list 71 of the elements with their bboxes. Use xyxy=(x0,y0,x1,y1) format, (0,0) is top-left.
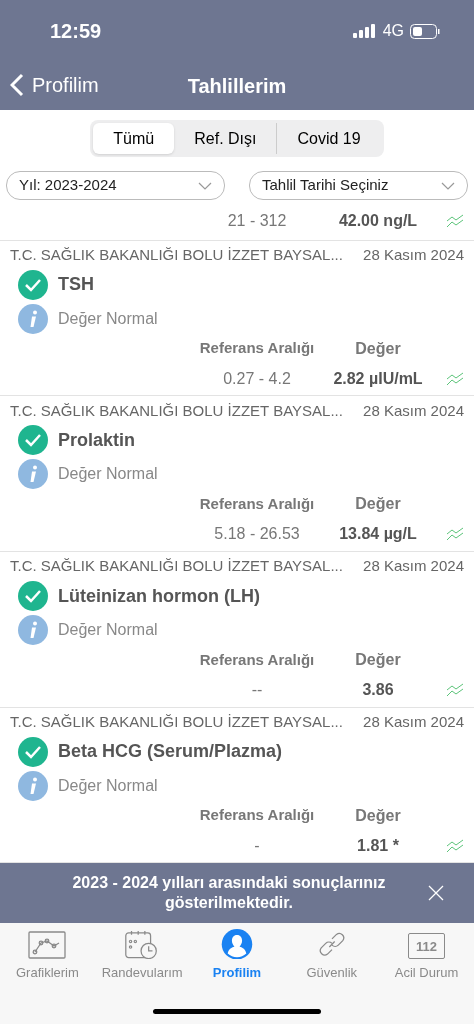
reference-range: 0.27 - 4.2 xyxy=(222,368,292,389)
test-name: TSH xyxy=(58,273,94,297)
segment-tab[interactable]: Covid 19 xyxy=(276,123,381,154)
result-date: 28 Kasım 2024 xyxy=(363,400,464,421)
column-header: Değer xyxy=(354,494,402,515)
result-date: 28 Kasım 2024 xyxy=(363,244,464,265)
page-title: Tahlillerim xyxy=(187,74,287,99)
check-circle-icon xyxy=(18,269,48,300)
trend-icon[interactable] xyxy=(446,214,464,229)
info-icon xyxy=(18,303,48,334)
tab-bar-item[interactable]: Profilim xyxy=(191,928,283,983)
reference-range: - xyxy=(253,835,261,856)
column-header: Referans Aralığı xyxy=(198,338,316,359)
segment-tab[interactable]: Ref. Dışı xyxy=(174,123,277,154)
reference-range: -- xyxy=(250,680,264,701)
chevron-down-icon xyxy=(198,181,212,190)
filter-dropdown[interactable]: Tahlil Tarihi Seçiniz xyxy=(249,171,468,200)
result-value: 1.81 * xyxy=(356,835,400,856)
filter-dropdown[interactable]: Yıl: 2023-2024 xyxy=(6,171,225,200)
result-value: 3.86 xyxy=(361,680,395,701)
hospital-name: T.C. SAĞLIK BAKANLIĞI BOLU İZZET BAYSAL... xyxy=(10,711,343,732)
test-name: Lüteinizan hormon (LH) xyxy=(58,584,260,608)
column-header: Değer xyxy=(354,805,402,826)
result-value: 42.00 ng/L xyxy=(337,211,419,232)
info-icon xyxy=(18,770,48,801)
hospital-name: T.C. SAĞLIK BAKANLIĞI BOLU İZZET BAYSAL... xyxy=(10,400,343,421)
trend-icon[interactable] xyxy=(446,527,464,542)
result-value: 13.84 µg/L xyxy=(338,524,418,545)
status-text: Değer Normal xyxy=(58,620,158,641)
info-icon xyxy=(18,615,48,646)
check-circle-icon xyxy=(18,736,48,767)
banner-message: 2023 - 2024 yılları arasındaki sonuçlarınız gösterilmektedir. xyxy=(71,873,387,914)
network-label: 4G xyxy=(382,21,404,41)
check-circle-icon xyxy=(18,581,48,612)
reference-range: 21 - 312 xyxy=(226,211,288,232)
chart-icon xyxy=(28,931,67,960)
result-date: 28 Kasım 2024 xyxy=(363,711,464,732)
close-icon[interactable] xyxy=(428,885,444,902)
chevron-down-icon xyxy=(441,181,455,190)
tab-bar-item[interactable]: 112 Acil Durum xyxy=(380,928,473,983)
tab-bar-item[interactable]: Güvenlik xyxy=(285,928,378,983)
column-header: Referans Aralığı xyxy=(198,649,316,670)
info-icon xyxy=(18,459,48,490)
status-text: Değer Normal xyxy=(58,775,158,796)
back-chevron-icon xyxy=(10,73,24,97)
result-date: 28 Kasım 2024 xyxy=(363,556,464,577)
test-name: Prolaktin xyxy=(58,428,136,452)
signal-icon xyxy=(352,24,377,38)
column-header: Değer xyxy=(354,650,402,671)
battery-icon xyxy=(410,23,440,39)
tab-bar-item[interactable]: Randevularım xyxy=(96,928,189,983)
column-header: Referans Aralığı xyxy=(198,805,316,826)
status-time: 12:59 xyxy=(50,19,102,44)
trend-icon[interactable] xyxy=(446,683,464,698)
profile-icon xyxy=(219,928,255,960)
trend-icon[interactable] xyxy=(446,371,464,386)
test-name: Beta HCG (Serum/Plazma) xyxy=(58,740,283,764)
status-text: Değer Normal xyxy=(58,308,158,329)
tab-bar-item[interactable]: Grafiklerim xyxy=(1,928,94,983)
result-value: 2.82 µIU/mL xyxy=(332,368,424,389)
segment-tab[interactable]: Tümü xyxy=(93,123,175,154)
hospital-name: T.C. SAĞLIK BAKANLIĞI BOLU İZZET BAYSAL... xyxy=(10,244,343,265)
emergency-number-icon: 112 xyxy=(408,933,446,960)
check-circle-icon xyxy=(18,425,48,456)
reference-range: 5.18 - 26.53 xyxy=(213,524,301,545)
status-text: Değer Normal xyxy=(58,464,158,485)
trend-icon[interactable] xyxy=(446,838,464,853)
column-header: Değer xyxy=(354,338,402,359)
column-header: Referans Aralığı xyxy=(198,494,316,515)
hospital-name: T.C. SAĞLIK BAKANLIĞI BOLU İZZET BAYSAL... xyxy=(10,556,343,577)
back-button[interactable]: Profilim xyxy=(10,70,99,100)
